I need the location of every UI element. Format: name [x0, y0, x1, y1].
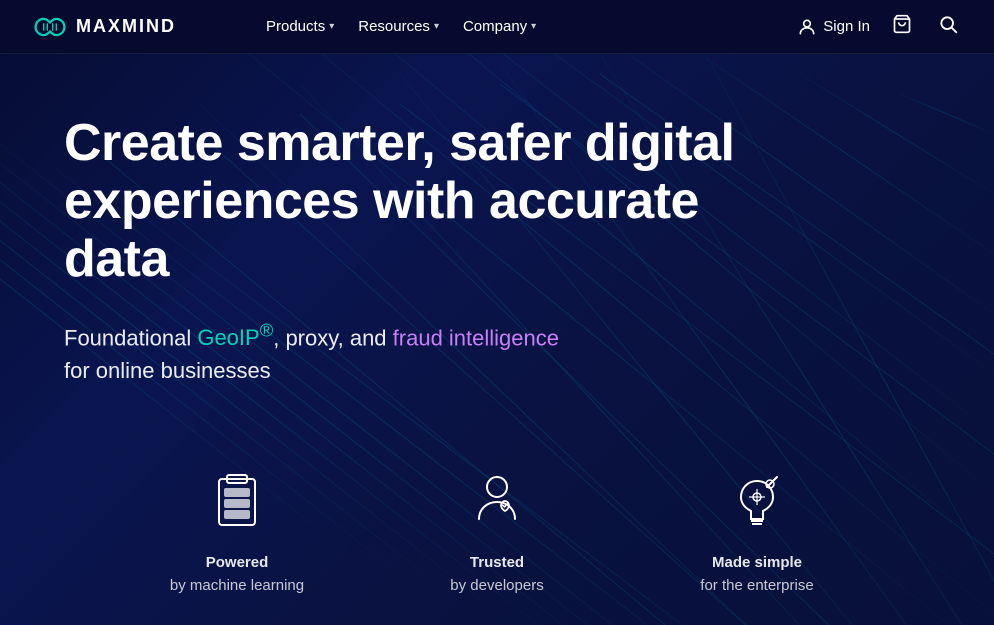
- feature-developers: Trusted by developers: [367, 468, 627, 597]
- feature-ml-label: Powered by machine learning: [170, 552, 304, 597]
- subtitle-text-3: for online businesses: [64, 358, 271, 383]
- search-icon: [938, 14, 958, 34]
- gear-icon: [725, 471, 789, 535]
- feature-enterprise: Made simple for the enterprise: [627, 468, 887, 597]
- battery-icon-container: [202, 468, 272, 538]
- hero-subtitle: Foundational GeoIP®, proxy, and fraud in…: [64, 317, 764, 387]
- battery-icon: [205, 471, 269, 535]
- feature-enterprise-line1: Made simple: [700, 552, 813, 575]
- hero-section: Create smarter, safer digital experience…: [0, 54, 994, 625]
- subtitle-text-1: Foundational: [64, 325, 197, 350]
- nav-resources[interactable]: Resources ▾: [348, 12, 449, 41]
- feature-dev-label: Trusted by developers: [450, 552, 543, 597]
- developer-icon: [465, 471, 529, 535]
- nav-company[interactable]: Company ▾: [453, 12, 546, 41]
- feature-machine-learning: Powered by machine learning: [107, 468, 367, 597]
- developer-icon-container: [462, 468, 532, 538]
- navbar: MAXMIND Products ▾ Resources ▾ Company ▾…: [0, 0, 994, 54]
- feature-enterprise-line2: for the enterprise: [700, 575, 813, 598]
- gear-icon-container: [722, 468, 792, 538]
- subtitle-text-2: , proxy, and: [273, 325, 392, 350]
- chevron-down-icon: ▾: [434, 21, 439, 32]
- feature-enterprise-label: Made simple for the enterprise: [700, 552, 813, 597]
- hero-content: Create smarter, safer digital experience…: [64, 114, 764, 387]
- geoip-highlight: GeoIP®: [197, 325, 273, 350]
- nav-right: Sign In: [797, 10, 962, 43]
- cart-icon: [892, 14, 912, 34]
- feature-ml-line1: Powered: [170, 552, 304, 575]
- chevron-down-icon: ▾: [531, 21, 536, 32]
- hero-title: Create smarter, safer digital experience…: [64, 114, 764, 289]
- logo-link[interactable]: MAXMIND: [32, 15, 176, 39]
- feature-dev-line1: Trusted: [450, 552, 543, 575]
- logo-icon: [32, 15, 68, 39]
- feature-strip: Powered by machine learning Truste: [0, 448, 994, 625]
- fraud-highlight: fraud intelligence: [393, 325, 559, 350]
- logo-text: MAXMIND: [76, 16, 176, 37]
- nav-products[interactable]: Products ▾: [256, 12, 344, 41]
- feature-dev-line2: by developers: [450, 575, 543, 598]
- signin-link[interactable]: Sign In: [797, 17, 870, 37]
- account-icon: [797, 17, 817, 37]
- cart-button[interactable]: [888, 10, 916, 43]
- chevron-down-icon: ▾: [329, 21, 334, 32]
- search-button[interactable]: [934, 10, 962, 43]
- nav-links: Products ▾ Resources ▾ Company ▾: [256, 12, 546, 41]
- feature-ml-line2: by machine learning: [170, 575, 304, 598]
